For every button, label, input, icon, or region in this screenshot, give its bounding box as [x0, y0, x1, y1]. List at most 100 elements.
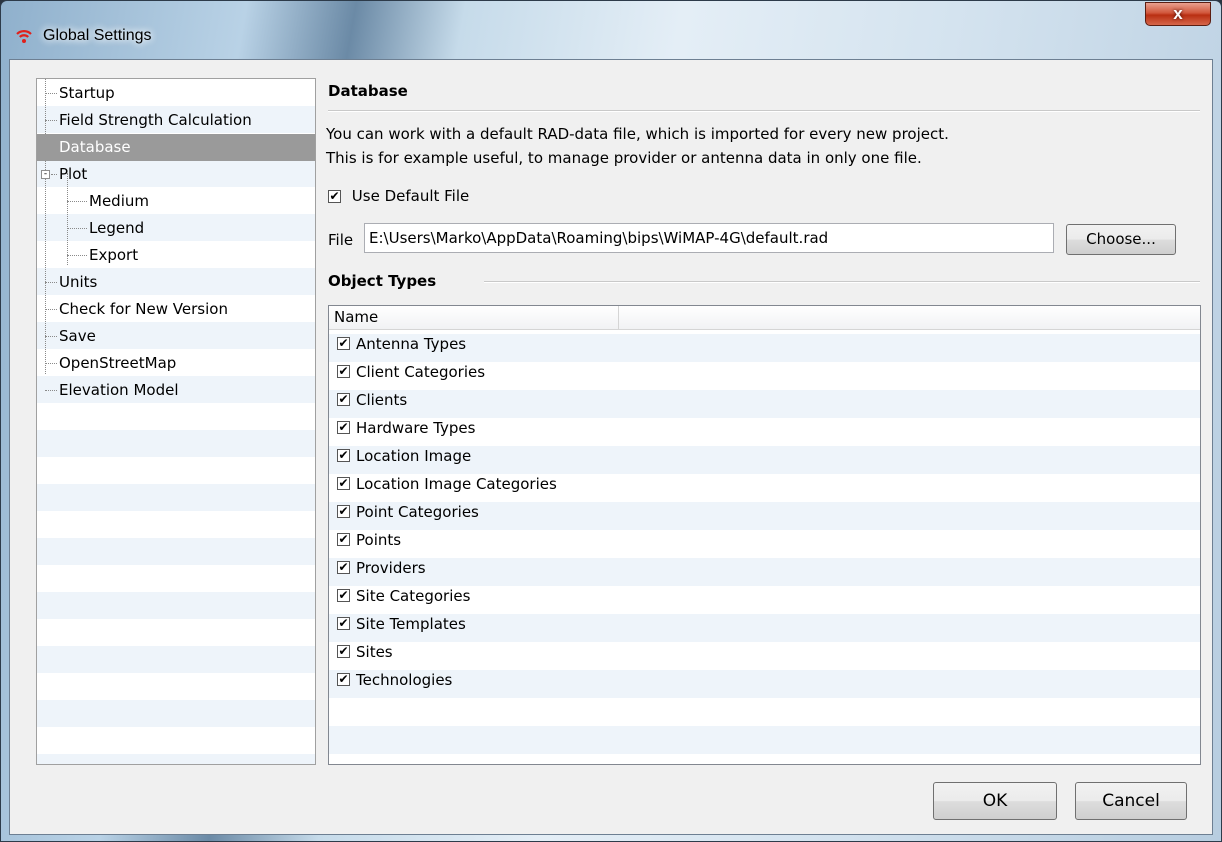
- list-item[interactable]: ✔ Clients: [337, 386, 407, 414]
- use-default-file-label: Use Default File: [351, 187, 470, 205]
- tree-item-database[interactable]: Database: [37, 134, 315, 161]
- ok-button[interactable]: OK: [933, 782, 1057, 820]
- tree-guide-line: [45, 120, 57, 121]
- tree-item-legend[interactable]: Legend: [89, 215, 289, 242]
- list-item[interactable]: ✔ Antenna Types: [337, 330, 466, 358]
- list-item-label: Clients: [356, 391, 408, 409]
- tree-item-elevation-model[interactable]: Elevation Model: [59, 377, 259, 404]
- checkbox-checked-icon[interactable]: ✔: [337, 561, 350, 574]
- checkbox-checked-icon[interactable]: ✔: [337, 337, 350, 350]
- tree-item-label: Export: [89, 246, 139, 264]
- tree-item-units[interactable]: Units: [59, 269, 259, 296]
- list-item[interactable]: ✔ Hardware Types: [337, 414, 475, 442]
- database-divider: [328, 110, 1200, 112]
- checkbox-checked-icon[interactable]: ✔: [337, 505, 350, 518]
- tree-item-label: Legend: [89, 219, 145, 237]
- database-heading: Database: [328, 82, 408, 100]
- tree-item-openstreetmap[interactable]: OpenStreetMap: [59, 350, 259, 377]
- tree-item-label: Medium: [89, 192, 149, 210]
- list-item-label: Antenna Types: [356, 335, 467, 353]
- list-item[interactable]: ✔ Technologies: [337, 666, 452, 694]
- tree-guide-line: [45, 336, 57, 337]
- tree-item-export[interactable]: Export: [89, 242, 289, 269]
- database-description: You can work with a default RAD-data fil…: [326, 122, 949, 170]
- checkbox-checked-icon[interactable]: ✔: [337, 393, 350, 406]
- description-line: You can work with a default RAD-data fil…: [326, 125, 949, 143]
- file-label: File: [328, 231, 354, 249]
- tree-item-label: Units: [59, 273, 98, 291]
- list-item[interactable]: ✔ Point Categories: [337, 498, 479, 526]
- tree-item-label: Save: [59, 327, 96, 345]
- list-item[interactable]: ✔ Site Templates: [337, 610, 466, 638]
- file-path-input[interactable]: [364, 223, 1054, 253]
- checkbox-checked-icon[interactable]: ✔: [337, 421, 350, 434]
- column-header-name[interactable]: Name: [329, 306, 619, 329]
- list-item[interactable]: ✔ Location Image Categories: [337, 470, 557, 498]
- checkbox-checked-icon[interactable]: ✔: [337, 365, 350, 378]
- tree-item-save[interactable]: Save: [59, 323, 259, 350]
- tree-guide-line: [45, 93, 57, 94]
- dialog-body: Startup Field Strength Calculation Datab…: [9, 59, 1213, 835]
- list-item-label: Providers: [356, 559, 426, 577]
- tree-guide-line: [67, 201, 87, 202]
- list-item-label: Location Image: [356, 447, 472, 465]
- tree-item-label: OpenStreetMap: [59, 354, 177, 372]
- list-item[interactable]: ✔ Site Categories: [337, 582, 470, 610]
- tree-item-medium[interactable]: Medium: [89, 188, 289, 215]
- list-item[interactable]: ✔ Providers: [337, 554, 426, 582]
- list-item[interactable]: ✔ Sites: [337, 638, 393, 666]
- list-item-label: Technologies: [356, 671, 453, 689]
- tree-guide-line: [67, 255, 87, 256]
- object-types-list[interactable]: Name ✔ Antenna Types ✔ Client Categories ✔ Cl…: [328, 305, 1201, 765]
- tree-guide-line: [45, 363, 57, 364]
- tree-item-label: Startup: [59, 84, 115, 102]
- list-item-label: Points: [356, 531, 402, 549]
- wifi-icon: [16, 30, 32, 43]
- list-item-label: Location Image Categories: [356, 475, 557, 493]
- description-line: This is for example useful, to manage pr…: [326, 149, 922, 167]
- tree-item-field-strength-calculation[interactable]: Field Strength Calculation: [59, 107, 309, 134]
- checkbox-checked-icon[interactable]: ✔: [337, 645, 350, 658]
- list-item-label: Client Categories: [356, 363, 486, 381]
- checkbox-checked-icon[interactable]: ✔: [337, 449, 350, 462]
- collapse-icon[interactable]: -: [41, 170, 50, 179]
- list-header: Name: [329, 306, 1200, 330]
- list-item[interactable]: ✔ Client Categories: [337, 358, 485, 386]
- use-default-file-checkbox[interactable]: ✔ Use Default File: [328, 187, 469, 205]
- checkbox-checked-icon[interactable]: ✔: [337, 533, 350, 546]
- checkbox-checked-icon[interactable]: ✔: [337, 673, 350, 686]
- tree-guide-line: [45, 79, 46, 374]
- checkbox-checked-icon[interactable]: ✔: [337, 477, 350, 490]
- window-title: Global Settings: [43, 27, 152, 44]
- tree-item-startup[interactable]: Startup: [59, 80, 259, 107]
- tree-item-label: Elevation Model: [59, 381, 179, 399]
- tree-guide-line: [51, 174, 57, 175]
- list-item-label: Sites: [356, 643, 393, 661]
- tree-item-plot[interactable]: Plot: [59, 161, 259, 188]
- list-item-label: Hardware Types: [356, 419, 476, 437]
- tree-guide-line: [45, 390, 57, 391]
- list-item-label: Point Categories: [356, 503, 479, 521]
- tree-item-label: Database: [59, 138, 131, 156]
- tree-item-label: Check for New Version: [59, 300, 228, 318]
- checkbox-checked-icon[interactable]: ✔: [337, 617, 350, 630]
- tree-guide-line: [45, 282, 57, 283]
- object-types-heading: Object Types: [328, 272, 437, 290]
- cancel-button[interactable]: Cancel: [1075, 782, 1187, 820]
- checkbox-checked-icon[interactable]: ✔: [337, 589, 350, 602]
- settings-tree[interactable]: Startup Field Strength Calculation Datab…: [36, 78, 316, 765]
- object-types-divider: [484, 281, 1200, 283]
- close-button[interactable]: x: [1145, 2, 1211, 26]
- list-item[interactable]: ✔ Points: [337, 526, 401, 554]
- checkbox-checked-icon[interactable]: ✔: [328, 190, 341, 203]
- tree-guide-line: [45, 309, 57, 310]
- list-item[interactable]: ✔ Location Image: [337, 442, 471, 470]
- tree-item-check-for-new-version[interactable]: Check for New Version: [59, 296, 309, 323]
- global-settings-window: Global Settings x Startup Field Strength…: [0, 0, 1222, 842]
- list-item-label: Site Categories: [356, 587, 471, 605]
- title-bar[interactable]: Global Settings x: [1, 1, 1221, 59]
- choose-file-button[interactable]: Choose...: [1066, 224, 1176, 255]
- list-item-label: Site Templates: [356, 615, 466, 633]
- tree-item-label: Field Strength Calculation: [59, 111, 252, 129]
- tree-guide-line: [67, 228, 87, 229]
